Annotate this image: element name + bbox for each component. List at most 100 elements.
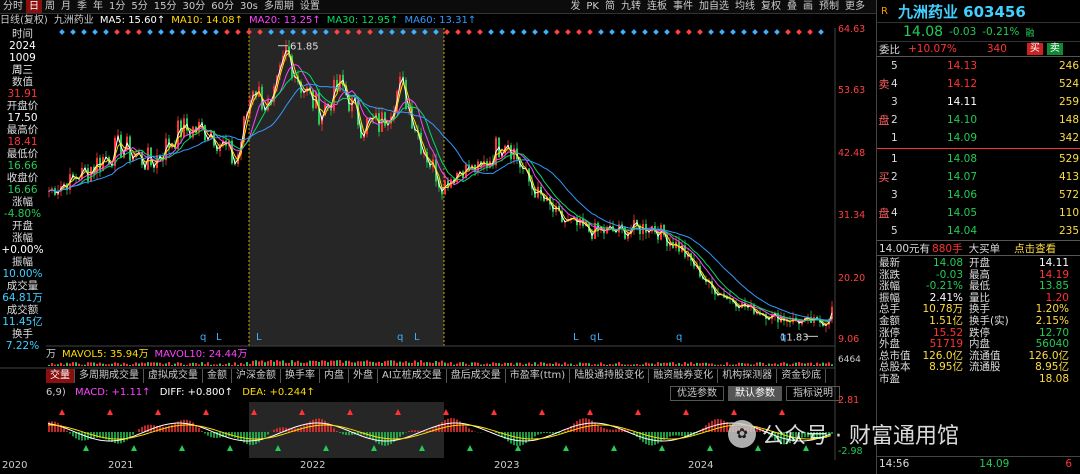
toolbar-tool-11-button[interactable]: 预制 — [816, 0, 842, 13]
period-11-button[interactable]: 30s — [237, 0, 261, 13]
event-marker[interactable] — [730, 29, 736, 35]
event-marker[interactable] — [191, 29, 197, 35]
signal-marker[interactable]: L — [216, 332, 222, 343]
signal-marker[interactable]: q — [200, 332, 206, 343]
buy-button[interactable]: 买 — [1026, 43, 1043, 55]
event-marker[interactable] — [213, 29, 219, 35]
event-marker[interactable] — [785, 29, 791, 35]
event-marker[interactable] — [598, 29, 604, 35]
period-0-button[interactable]: 分时 — [0, 0, 26, 13]
toolbar-tool-5-button[interactable]: 事件 — [670, 0, 696, 13]
event-marker[interactable] — [543, 29, 549, 35]
period-8-button[interactable]: 15分 — [151, 0, 180, 13]
period-13-button[interactable]: 设置 — [297, 0, 323, 13]
indicator-tab-13[interactable]: 机构探测器 — [718, 369, 778, 383]
signal-marker[interactable]: L — [414, 332, 420, 343]
indicator-tab-8[interactable]: AI立桩成交量 — [378, 369, 447, 383]
indicator-tab-10[interactable]: 市盈率(ttm) — [506, 369, 571, 383]
event-marker[interactable] — [202, 29, 208, 35]
macd-param-tab-1[interactable]: 默认参数 — [728, 386, 782, 401]
event-marker[interactable] — [653, 29, 659, 35]
event-marker[interactable] — [488, 29, 494, 35]
event-marker[interactable] — [532, 29, 538, 35]
event-marker[interactable] — [675, 29, 681, 35]
indicator-tab-1[interactable]: 多周期成交量 — [75, 369, 144, 383]
period-1-button[interactable]: 日 — [26, 0, 42, 13]
toolbar-tool-1-button[interactable]: PK — [583, 0, 602, 13]
period-4-button[interactable]: 季 — [74, 0, 90, 13]
event-marker[interactable] — [741, 29, 747, 35]
event-marker[interactable] — [576, 29, 582, 35]
event-marker[interactable] — [697, 29, 703, 35]
signal-marker[interactable]: L — [256, 332, 262, 343]
signal-marker[interactable]: L — [597, 332, 603, 343]
toolbar-tool-12-button[interactable]: 更多 — [842, 0, 868, 13]
macd-param-tab-2[interactable]: 指标说明 — [786, 386, 840, 401]
event-marker[interactable] — [642, 29, 648, 35]
event-marker[interactable] — [455, 29, 461, 35]
book-row[interactable]: 盘 4 14.05 110 — [877, 204, 1080, 222]
signal-marker[interactable]: q — [397, 332, 403, 343]
event-marker[interactable] — [752, 29, 758, 35]
book-row[interactable]: 盘 2 14.10 148 — [877, 111, 1080, 129]
indicator-tab-9[interactable]: 盘后成交量 — [447, 369, 506, 383]
period-12-button[interactable]: 多周期 — [261, 0, 297, 13]
book-row[interactable]: 3 14.06 572 — [877, 186, 1080, 204]
book-row[interactable]: 5 14.13 246 — [877, 57, 1080, 75]
event-marker[interactable] — [708, 29, 714, 35]
indicator-tab-12[interactable]: 融资融券变化 — [649, 369, 719, 383]
event-marker[interactable] — [169, 29, 175, 35]
event-marker[interactable] — [565, 29, 571, 35]
event-marker[interactable] — [81, 29, 87, 35]
toolbar-tool-10-button[interactable]: 画 — [800, 0, 816, 13]
indicator-tab-14[interactable]: 资金钞底 — [777, 369, 827, 383]
period-9-button[interactable]: 30分 — [179, 0, 208, 13]
event-marker[interactable] — [466, 29, 472, 35]
book-row[interactable]: 卖 4 14.12 524 — [877, 75, 1080, 93]
sell-button[interactable]: 卖 — [1046, 43, 1063, 55]
event-marker[interactable] — [774, 29, 780, 35]
toolbar-tool-2-button[interactable]: 简 — [602, 0, 618, 13]
toolbar-tool-0-button[interactable]: 发 — [567, 0, 583, 13]
toolbar-tool-4-button[interactable]: 连板 — [644, 0, 670, 13]
period-6-button[interactable]: 1分 — [106, 0, 128, 13]
event-marker[interactable] — [521, 29, 527, 35]
event-marker[interactable] — [587, 29, 593, 35]
event-marker[interactable] — [686, 29, 692, 35]
event-marker[interactable] — [224, 29, 230, 35]
indicator-tab-11[interactable]: 陆股通持股变化 — [570, 369, 650, 383]
book-row[interactable]: 3 14.11 259 — [877, 93, 1080, 111]
event-marker[interactable] — [719, 29, 725, 35]
event-marker[interactable] — [235, 29, 241, 35]
big-order-view-link[interactable]: 点击查看 — [1014, 241, 1056, 256]
toolbar-tool-7-button[interactable]: 均线 — [732, 0, 758, 13]
toolbar-tool-8-button[interactable]: 复权 — [758, 0, 784, 13]
signal-marker[interactable]: L — [573, 332, 579, 343]
event-marker[interactable] — [818, 29, 824, 35]
event-marker[interactable] — [136, 29, 142, 35]
event-marker[interactable] — [125, 29, 131, 35]
event-marker[interactable] — [59, 29, 65, 35]
macd-param-tab-0[interactable]: 优选参数 — [670, 386, 724, 401]
period-2-button[interactable]: 周 — [42, 0, 58, 13]
signal-marker[interactable]: q — [676, 332, 682, 343]
event-marker[interactable] — [180, 29, 186, 35]
event-marker[interactable] — [103, 29, 109, 35]
event-marker[interactable] — [807, 29, 813, 35]
toolbar-tool-9-button[interactable]: 叠 — [784, 0, 800, 13]
event-marker[interactable] — [763, 29, 769, 35]
period-5-button[interactable]: 年 — [90, 0, 106, 13]
book-row[interactable]: 1 14.09 342 — [877, 129, 1080, 147]
event-marker[interactable] — [796, 29, 802, 35]
period-10-button[interactable]: 60分 — [208, 0, 237, 13]
event-marker[interactable] — [444, 29, 450, 35]
event-marker[interactable] — [147, 29, 153, 35]
indicator-tab-5[interactable]: 换手率 — [281, 369, 320, 383]
toolbar-tool-6-button[interactable]: 加自选 — [696, 0, 732, 13]
event-marker[interactable] — [92, 29, 98, 35]
event-marker[interactable] — [158, 29, 164, 35]
indicator-tab-3[interactable]: 金额 — [203, 369, 232, 383]
period-7-button[interactable]: 5分 — [128, 0, 150, 13]
book-row[interactable]: 买 2 14.07 413 — [877, 168, 1080, 186]
indicator-tab-2[interactable]: 虚拟成交量 — [144, 369, 203, 383]
